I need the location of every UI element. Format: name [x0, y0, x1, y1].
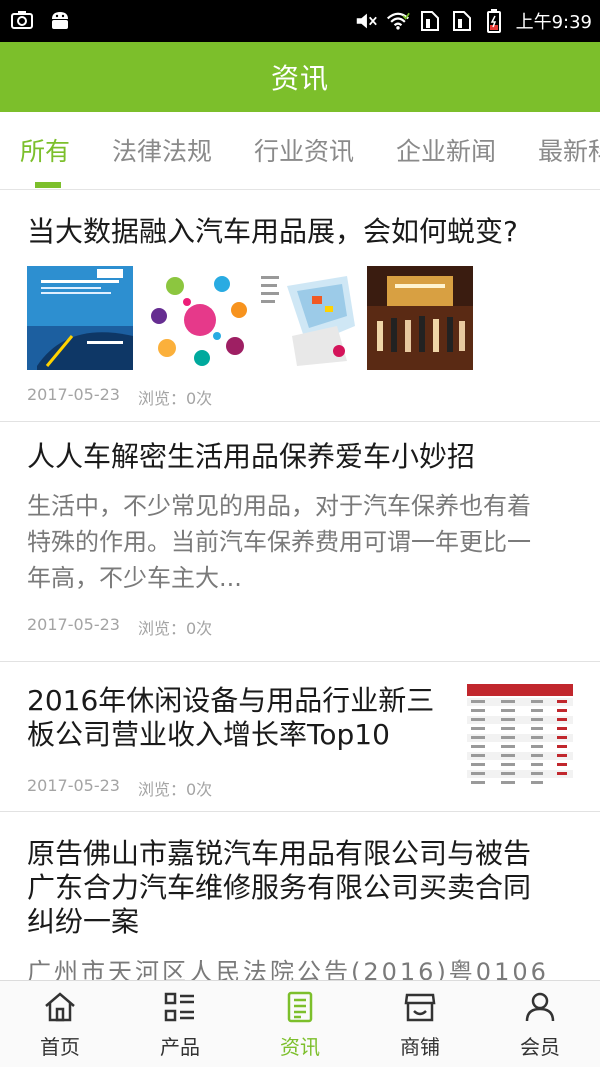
- category-tabs: 所有 法律法规 行业资讯 企业新闻 最新科: [0, 112, 600, 190]
- product-grid-icon: [163, 991, 197, 1027]
- nav-products[interactable]: 产品: [120, 981, 240, 1068]
- news-title: 2016年休闲设备与用品行业新三 板公司营业收入增长率Top10: [27, 684, 434, 752]
- nav-label: 商铺: [400, 1035, 440, 1059]
- news-item-1[interactable]: 当大数据融入汽车用品展，会如何蜕变? 2017-05-23 浏览：0次: [0, 190, 600, 422]
- nav-shop[interactable]: 商铺: [360, 981, 480, 1068]
- nav-label: 首页: [40, 1035, 80, 1059]
- news-meta: 2017-05-23 浏览：0次: [27, 385, 212, 409]
- stage-event-thumbnail: [367, 266, 473, 370]
- news-meta: 2017-05-23 浏览：0次: [27, 615, 212, 639]
- member-person-icon: [523, 991, 557, 1027]
- news-document-icon: [283, 991, 317, 1027]
- shop-icon: [403, 991, 437, 1027]
- nav-label: 会员: [520, 1035, 560, 1059]
- news-item-3[interactable]: 2016年休闲设备与用品行业新三 板公司营业收入增长率Top10 2017-05…: [0, 662, 600, 812]
- news-summary: 生活中，不少常见的用品，对于汽车保养也有着 特殊的作用。当前汽车保养费用可谓一年…: [27, 488, 567, 596]
- title-line: 板公司营业收入增长率Top10: [27, 718, 390, 751]
- title-line: 广东合力汽车维修服务有限公司买卖合同: [27, 871, 532, 904]
- bottom-navigation: 首页 产品 资讯 商铺 会员: [0, 980, 600, 1067]
- title-bar: 资讯: [0, 42, 600, 112]
- news-date: 2017-05-23: [27, 776, 120, 795]
- title-line: 纠纷一案: [27, 905, 140, 938]
- news-meta: 2017-05-23 浏览：0次: [27, 776, 212, 800]
- active-tab-indicator: [35, 182, 61, 188]
- news-title: 原告佛山市嘉锐汽车用品有限公司与被告 广东合力汽车维修服务有限公司买卖合同 纠纷…: [27, 837, 531, 939]
- nav-home[interactable]: 首页: [0, 981, 120, 1068]
- summary-line: 特殊的作用。当前汽车保养费用可谓一年更比一: [27, 528, 531, 556]
- news-item-2[interactable]: 人人车解密生活用品保养爱车小妙招 生活中，不少常见的用品，对于汽车保养也有着 特…: [0, 422, 600, 662]
- news-views: 浏览：0次: [137, 780, 213, 799]
- page-title: 资讯: [270, 62, 329, 95]
- tab-all[interactable]: 所有: [20, 132, 70, 168]
- summary-line: 生活中，不少常见的用品，对于汽车保养也有着: [27, 492, 531, 520]
- news-title: 人人车解密生活用品保养爱车小妙招: [27, 440, 476, 473]
- sim1-icon: [418, 9, 442, 33]
- news-feed[interactable]: 当大数据融入汽车用品展，会如何蜕变? 2017-05-23 浏览：0次 人人车解…: [0, 190, 600, 980]
- news-date: 2017-05-23: [27, 615, 120, 634]
- tab-laws[interactable]: 法律法规: [112, 132, 212, 168]
- mute-icon: [354, 9, 378, 33]
- nav-label: 资讯: [280, 1035, 320, 1059]
- sim2-icon: [450, 9, 474, 33]
- tab-company-news[interactable]: 企业新闻: [396, 132, 496, 168]
- news-views: 浏览：0次: [137, 619, 213, 638]
- news-date: 2017-05-23: [27, 385, 120, 404]
- summary-line: 年高，不少车主大...: [27, 564, 242, 592]
- screenshot-icon: [10, 8, 34, 32]
- android-icon: [48, 8, 72, 32]
- news-item-4[interactable]: 原告佛山市嘉锐汽车用品有限公司与被告 广东合力汽车维修服务有限公司买卖合同 纠纷…: [0, 812, 600, 980]
- tab-latest-tech[interactable]: 最新科: [538, 132, 600, 168]
- battery-icon: [482, 9, 506, 33]
- status-bar: 上午9:39: [0, 0, 600, 42]
- title-line: 原告佛山市嘉锐汽车用品有限公司与被告: [27, 837, 532, 870]
- venue-map-thumbnail: [257, 266, 363, 370]
- news-title: 当大数据融入汽车用品展，会如何蜕变?: [27, 215, 518, 248]
- nav-label: 产品: [160, 1035, 200, 1059]
- news-summary: 广州市天河区人民法院公告(2016)粤0106: [27, 958, 549, 980]
- tab-industry-news[interactable]: 行业资讯: [254, 132, 354, 168]
- nav-news[interactable]: 资讯: [240, 981, 360, 1068]
- table-report-thumbnail: [467, 684, 573, 790]
- title-line: 2016年休闲设备与用品行业新三: [27, 684, 435, 717]
- status-time: 上午9:39: [515, 12, 592, 33]
- expo-poster-thumbnail: [27, 266, 133, 370]
- news-views: 浏览：0次: [137, 389, 213, 408]
- home-icon: [43, 991, 77, 1027]
- jubilo-mindmap-thumbnail: [147, 266, 253, 370]
- nav-member[interactable]: 会员: [480, 981, 600, 1068]
- wifi-icon: [386, 9, 410, 33]
